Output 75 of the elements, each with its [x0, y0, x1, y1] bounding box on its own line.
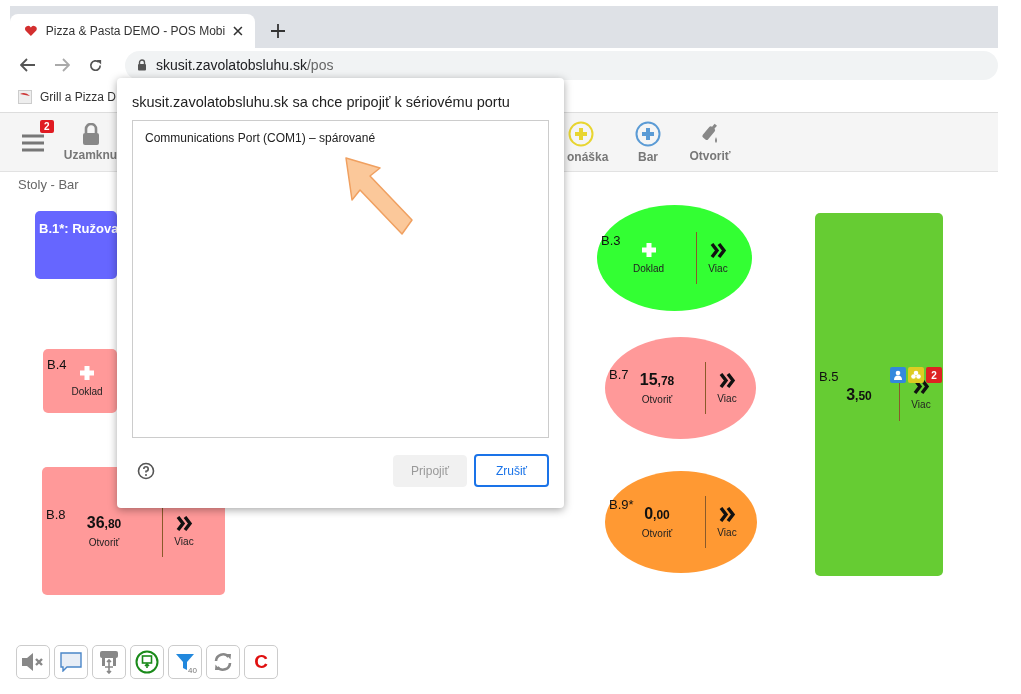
table-name: B.1*: Ružova	[39, 221, 119, 236]
table-card[interactable]: B.1*: Ružova	[35, 211, 117, 279]
close-icon[interactable]	[233, 26, 243, 36]
double-chevron-icon	[718, 372, 736, 388]
action-label: Otvoriť	[641, 528, 673, 539]
lock-icon	[81, 122, 100, 145]
heart-logo-icon	[24, 25, 38, 37]
action-label: Otvoriť	[88, 537, 120, 548]
filter-icon	[175, 652, 195, 672]
add-circle-icon	[568, 120, 594, 147]
table-name: B.8	[46, 507, 66, 522]
toolbar-button[interactable]: Otvoriť	[686, 121, 734, 163]
action-label: Doklad	[632, 263, 665, 274]
double-chevron-icon	[912, 379, 930, 394]
action-label: Otvoriť	[641, 394, 673, 405]
table-name: B.7	[609, 367, 629, 382]
port-item[interactable]: Communications Port (COM1) – spárované	[145, 131, 536, 145]
chat-icon	[59, 652, 83, 672]
notification-badge: 2	[40, 120, 54, 133]
url-text: skusit.zavolatobsluhu.sk/pos	[156, 57, 334, 73]
table-card[interactable]: B.3 Doklad Viac	[597, 205, 752, 311]
double-chevron-icon	[718, 506, 736, 522]
more-label: Viac	[717, 392, 737, 404]
amount-text: 15,78	[639, 371, 675, 389]
refresh-button[interactable]	[206, 645, 240, 679]
add-circle-icon	[635, 120, 661, 147]
table-card[interactable]: B.5 3,50 Viac 2	[815, 213, 943, 576]
double-chevron-icon	[709, 242, 727, 258]
more-label: Viac	[911, 399, 931, 410]
more-label: Viac	[708, 262, 728, 274]
toolbar-button[interactable]: Bar	[628, 120, 668, 164]
help-icon[interactable]	[137, 461, 155, 480]
dialog-title: skusit.zavolatobsluhu.sk sa chce pripojiť k sériovému portu	[132, 94, 511, 110]
amount-text: 0,00	[644, 505, 670, 523]
refresh-icon	[213, 652, 233, 672]
bookmark-favicon-icon	[18, 90, 32, 104]
lock-icon	[137, 59, 147, 71]
address-bar[interactable]: skusit.zavolatobsluhu.sk/pos	[125, 50, 998, 80]
move-table-icon	[98, 650, 120, 674]
table-card[interactable]: B.9* 0,00 Otvoriť Viac	[605, 471, 757, 573]
forward-icon[interactable]	[54, 58, 70, 72]
plus-icon	[79, 365, 95, 381]
amount-text: 3,50	[846, 385, 872, 404]
mute-button[interactable]	[16, 645, 50, 679]
chat-button[interactable]	[54, 645, 88, 679]
mute-icon	[21, 652, 45, 672]
count-badge: 2	[926, 367, 942, 383]
filter-button[interactable]: 40	[168, 645, 202, 679]
table-name: B.9*	[609, 497, 634, 512]
screen-upload-icon	[135, 650, 159, 674]
action-label: Doklad	[71, 386, 103, 397]
more-label: Viac	[717, 526, 737, 538]
back-icon[interactable]	[20, 58, 36, 72]
double-chevron-icon	[175, 515, 193, 531]
plus-icon	[640, 242, 657, 258]
move-table-button[interactable]	[92, 645, 126, 679]
new-tab-icon[interactable]	[271, 24, 285, 38]
bookmark-link[interactable]: Grill a Pizza D	[18, 90, 116, 104]
tab-title: Pizza & Pasta DEMO - POS Mobi	[45, 24, 226, 38]
cancel-button[interactable]: Zrušiť	[474, 454, 549, 487]
letter-button[interactable]: C	[244, 645, 278, 679]
table-name: B.3	[601, 233, 621, 248]
screen-button[interactable]	[130, 645, 164, 679]
browser-tab[interactable]: Pizza & Pasta DEMO - POS Mobi	[10, 14, 255, 48]
toolbar-button[interactable]: onáška	[567, 120, 607, 164]
more-label: Viac	[174, 535, 194, 547]
table-card[interactable]: B.7 15,78 Otvoriť Viac	[605, 337, 756, 439]
breadcrumb: Stoly - Bar	[18, 177, 79, 192]
menu-button[interactable]	[22, 134, 44, 152]
table-name: B.5	[819, 369, 839, 384]
reload-icon[interactable]	[88, 57, 103, 73]
amount-text: 36,80	[86, 514, 122, 532]
table-card[interactable]: B.4 Doklad	[43, 349, 117, 413]
table-name: B.4	[47, 357, 67, 372]
toolbar-button[interactable]: Uzamknu	[64, 122, 117, 162]
